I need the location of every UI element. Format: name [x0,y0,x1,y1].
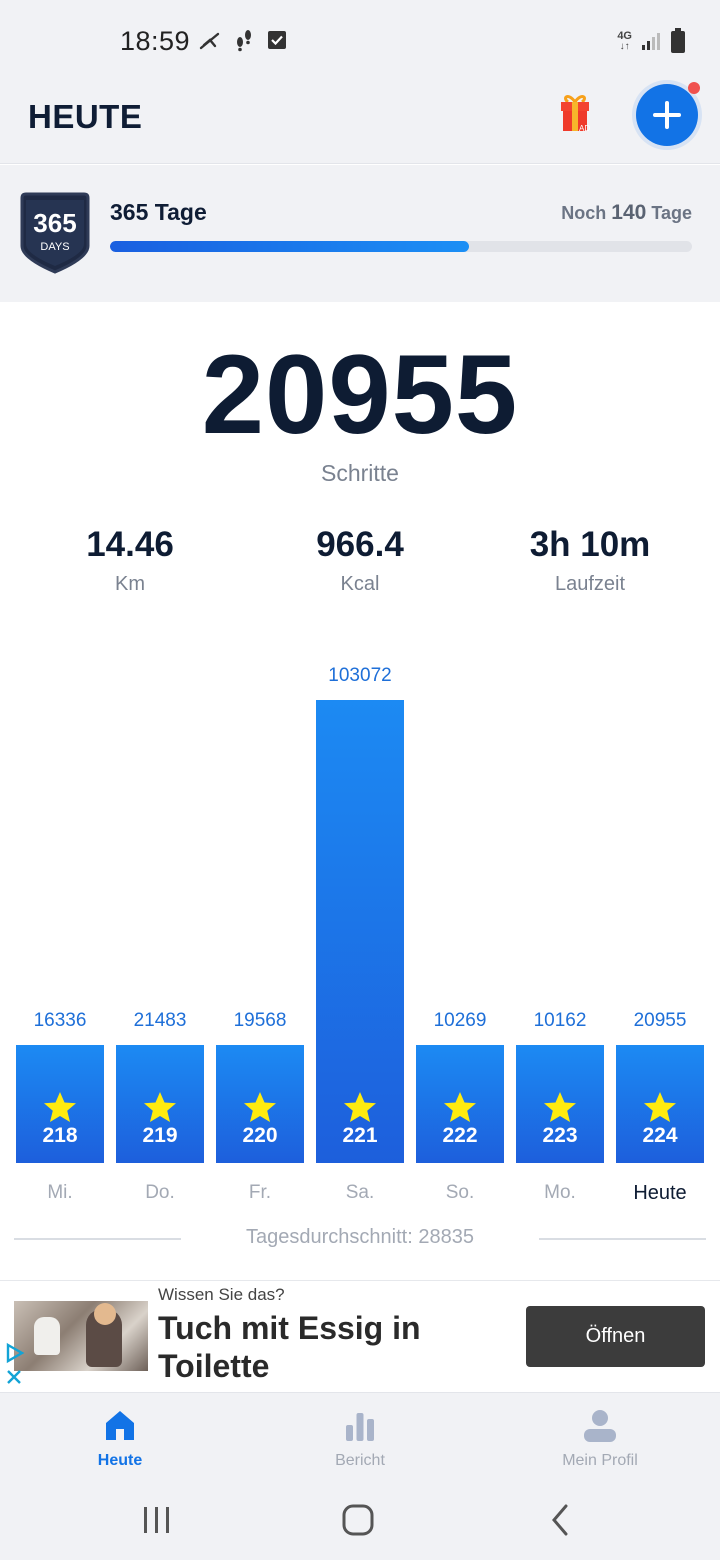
challenge-title: 365 Tage [110,199,207,225]
gift-ad-button[interactable]: AD [558,92,592,134]
challenge-card[interactable]: 365 DAYS 365 Tage Noch 140 Tage [0,165,720,302]
daily-average-row: Tagesdurchschnitt: 28835 [0,1224,720,1254]
gift-icon: AD [561,95,590,133]
365-days-badge-icon: 365 DAYS [20,192,90,274]
signal-icon [642,33,660,50]
steps-label: Schritte [321,460,399,486]
nav-item-today[interactable]: Heute [0,1393,240,1481]
nav-label-profile: Mein Profil [562,1452,638,1469]
bottom-nav: Heute Bericht Mein Profil [0,1392,720,1480]
challenge-progress-bar [110,241,692,252]
ad-choices-icon[interactable] [4,1341,26,1389]
stat-duration: 3h 10m Laufzeit [470,525,710,596]
star-icon [144,1092,176,1122]
stat-distance: 14.46 Km [10,525,250,596]
star-count: 219 [142,1124,178,1147]
chart-bar-value: 10269 [433,1010,487,1031]
divider-right [539,1238,706,1240]
chart-day-label: So. [445,1182,475,1203]
star-icon [44,1092,76,1122]
gift-ad-badge: AD [579,124,590,133]
stat-calories-label: Kcal [340,573,380,595]
star-icon [344,1092,376,1122]
ad-image[interactable] [14,1301,148,1371]
weekly-steps-chart: 16336 218 Mi. 21483 219 Do. 19568 220 Fr. 103072 2… [0,640,720,1220]
chart-day-label: Fr. [248,1182,272,1203]
status-icons-left [198,28,288,52]
nav-item-profile[interactable]: Mein Profil [480,1393,720,1481]
bar-chart-icon [346,1413,374,1441]
page-title: HEUTE [28,98,143,135]
star-count: 222 [442,1124,478,1147]
check-icon [268,31,286,49]
stat-distance-label: Km [115,573,145,595]
chart-day-label: Sa. [345,1182,375,1203]
chart-day-label: Mo. [544,1182,576,1203]
ad-open-button[interactable]: Öffnen [526,1306,705,1367]
chart-bar-value: 10162 [533,1010,587,1031]
ad-headline[interactable]: Tuch mit Essig in Toilette [158,1309,498,1385]
app-bar: HEUTE AD [0,82,720,164]
star-count: 224 [642,1124,678,1147]
status-time: 18:59 [120,26,191,56]
notification-dot [688,82,700,94]
star-count: 223 [542,1124,578,1147]
pin-icon [199,32,220,50]
ad-image-head [94,1303,116,1325]
chart-bar-value: 16336 [33,1010,87,1031]
ad-image-toilet [34,1317,60,1355]
chart-day-label: Mi. [47,1182,73,1203]
ad-banner[interactable]: Wissen Sie das? Tuch mit Essig in Toilet… [0,1280,720,1392]
stat-calories: 966.4 Kcal [240,525,480,596]
ad-kicker: Wissen Sie das? [158,1285,285,1304]
badge-number: 365 [33,208,76,238]
system-nav-bar [0,1480,720,1560]
chart-day-label: Heute [633,1182,687,1204]
star-icon [544,1092,576,1122]
challenge-progress-fill [110,241,469,252]
app-screen: 18:59 4G ↓↑ HEUTE AD 365 DAYS 365 Tage N… [0,0,720,1560]
chart-bar-value: 19568 [233,1010,287,1031]
remaining-prefix: Noch [561,203,607,223]
stat-distance-value: 14.46 [86,525,174,564]
remaining-days: 140 [611,201,647,224]
badge-caption: DAYS [40,241,69,253]
star-icon [244,1092,276,1122]
stat-duration-label: Laufzeit [554,573,626,595]
nav-label-today: Heute [97,1452,143,1469]
steps-count: 20955 [201,332,519,457]
status-icons-right: 4G ↓↑ [617,28,686,54]
nav-label-report: Bericht [335,1452,385,1469]
stat-duration-value: 3h 10m [529,525,651,564]
star-count: 220 [242,1124,278,1147]
home-icon [106,1411,134,1440]
star-icon [644,1092,676,1122]
chart-bar-value: 21483 [133,1010,187,1031]
remaining-suffix: Tage [651,203,692,223]
stats-row: 14.46 Km 966.4 Kcal 3h 10m Laufzeit [0,525,720,605]
network-label: 4G ↓↑ [617,29,632,52]
footsteps-icon [237,30,251,52]
status-bar: 18:59 4G ↓↑ [0,0,720,82]
challenge-remaining: Noch 140 Tage [561,201,692,225]
star-count: 221 [342,1124,378,1147]
back-icon[interactable] [540,1502,580,1538]
chart-bar-value: 20955 [633,1010,687,1031]
star-count: 218 [42,1124,78,1147]
chart-day-label: Do. [145,1182,175,1203]
star-icon [444,1092,476,1122]
chart-bar-value: 103072 [328,665,392,686]
battery-icon [671,28,685,53]
recent-apps-icon[interactable] [137,1502,177,1538]
stat-calories-value: 966.4 [316,525,404,564]
plus-icon-vertical [665,101,669,129]
nav-item-report[interactable]: Bericht [240,1393,480,1481]
home-button-icon[interactable] [338,1502,378,1538]
add-button[interactable] [636,84,698,146]
profile-icon [584,1410,616,1442]
